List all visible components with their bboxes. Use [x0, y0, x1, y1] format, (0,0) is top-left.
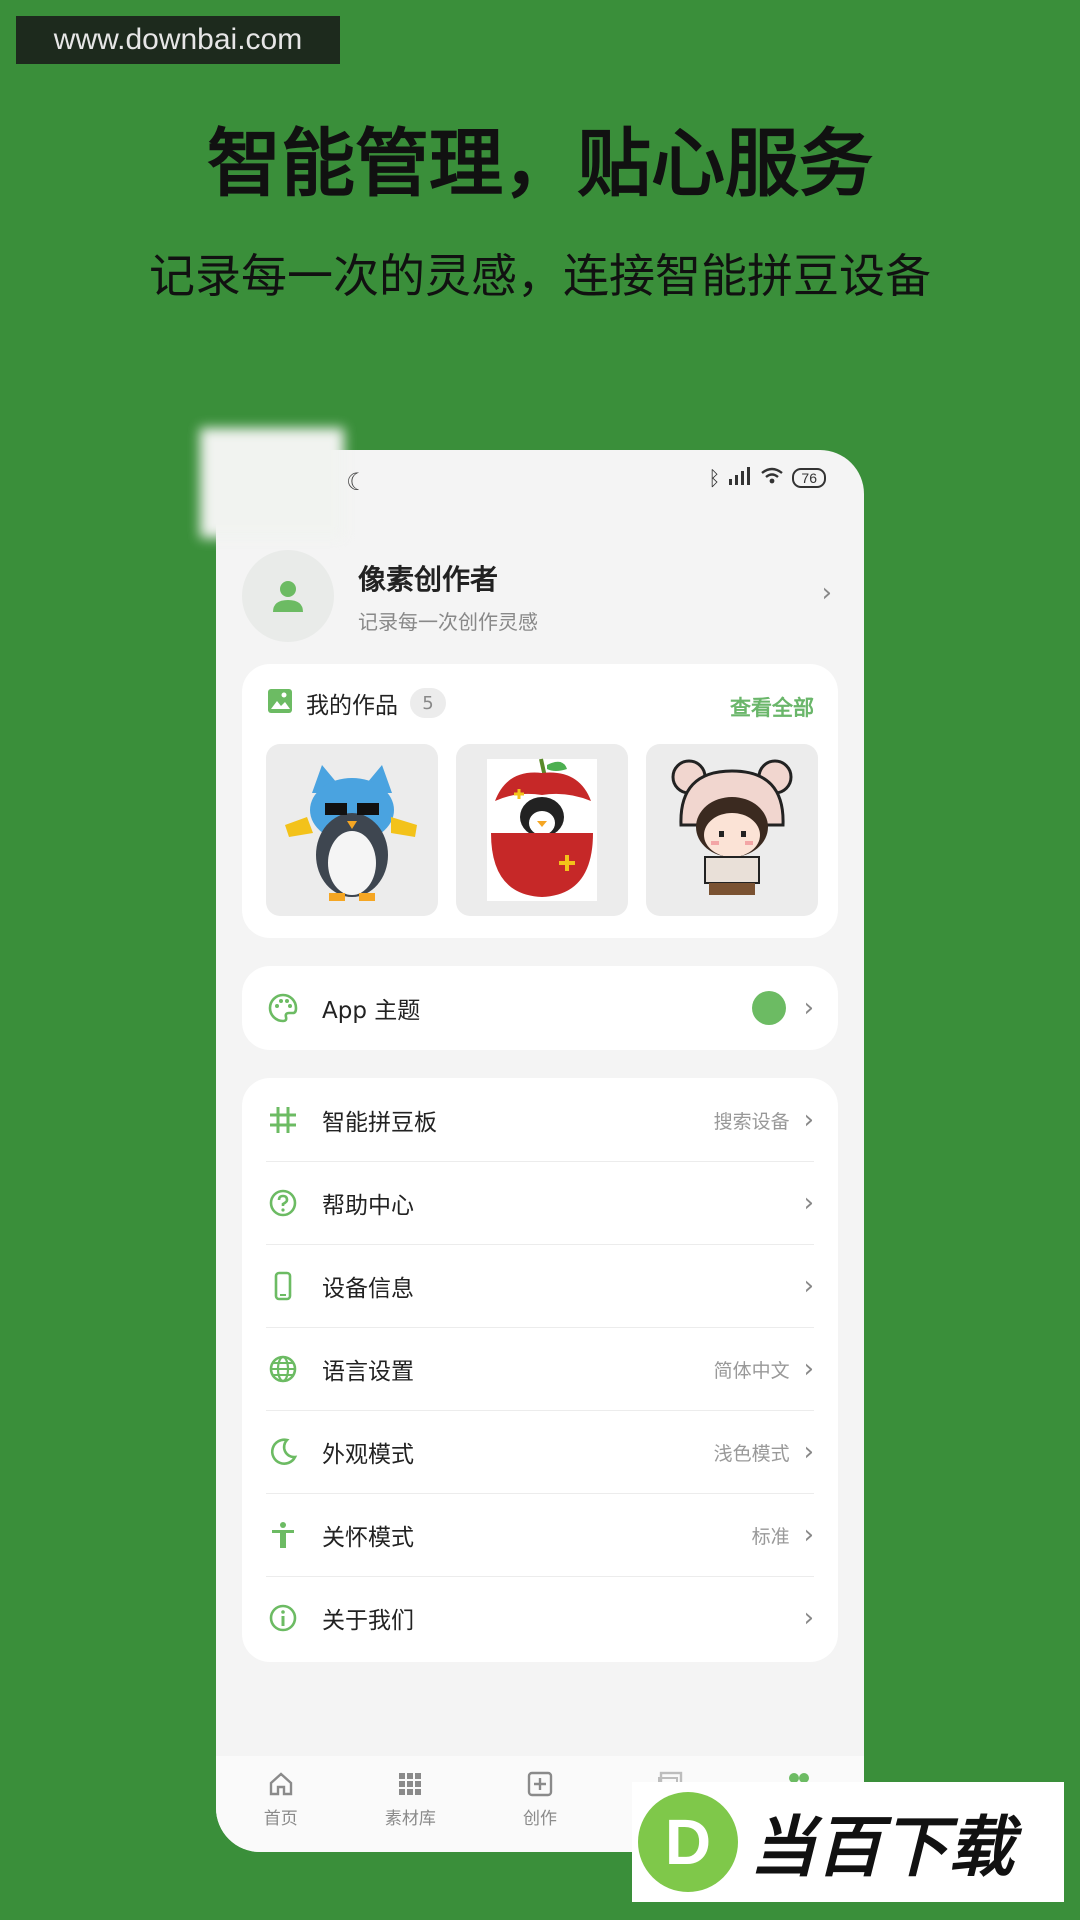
settings-item-smart-board[interactable]: 智能拼豆板 搜索设备 › [266, 1078, 814, 1162]
tab-materials[interactable]: 素材库 [360, 1770, 460, 1852]
settings-list: 智能拼豆板 搜索设备 › 帮助中心 › 设备信息 › 语言设置 简体中文 › 外… [242, 1078, 838, 1662]
settings-item-label: 关怀模式 [322, 1525, 414, 1551]
moon-icon [266, 1437, 300, 1467]
works-count-badge: 5 [410, 688, 446, 718]
accessibility-icon [266, 1520, 300, 1550]
tab-create[interactable]: 创作 [490, 1770, 590, 1852]
my-works-card: 我的作品 5 查看全部 [242, 664, 838, 938]
settings-item-value: 简体中文 [713, 1359, 790, 1382]
settings-item-label: 智能拼豆板 [322, 1110, 437, 1136]
headline: 智能管理，贴心服务 [207, 121, 873, 207]
penguin-artwork [285, 765, 417, 901]
apple-penguin-artwork [487, 758, 597, 901]
profile-header[interactable]: 像素创作者 记录每一次创作灵感 › [242, 550, 842, 644]
help-icon [266, 1188, 300, 1218]
signal-icon [728, 466, 752, 490]
info-icon [266, 1603, 300, 1633]
view-all-link[interactable]: 查看全部 [730, 692, 814, 722]
tab-label: 创作 [522, 1809, 557, 1829]
wifi-icon [760, 466, 784, 490]
site-logo-watermark: D 当百下载 [632, 1782, 1064, 1902]
settings-item-label: 设备信息 [322, 1276, 414, 1302]
phone-icon [266, 1271, 300, 1301]
bear-hat-girl-artwork [671, 759, 793, 895]
settings-item-value: 搜索设备 [713, 1110, 790, 1133]
settings-item-label: 外观模式 [322, 1442, 414, 1468]
chevron-right-icon: › [803, 1188, 814, 1218]
grid-dots-icon [399, 1773, 422, 1795]
avatar[interactable] [242, 550, 334, 642]
theme-label: App 主题 [322, 998, 421, 1024]
chevron-right-icon: › [803, 993, 814, 1023]
grid-icon [266, 1105, 300, 1135]
work-thumbnail[interactable] [646, 744, 818, 916]
site-watermark: www.downbai.com [16, 16, 340, 64]
tab-label: 首页 [263, 1809, 298, 1829]
chevron-right-icon: › [803, 1520, 814, 1550]
settings-item-label: 帮助中心 [322, 1193, 414, 1219]
profile-name: 像素创作者 [358, 563, 499, 596]
gallery-icon [266, 687, 294, 719]
settings-item-care-mode[interactable]: 关怀模式 标准 › [266, 1493, 814, 1577]
phone-screen: ☾ ᛒ 76 像素创作者 记录每一次创作灵感 › 我的作品 5 查看全部 App… [216, 450, 864, 1852]
settings-item-value: 标准 [751, 1525, 790, 1548]
palette-icon [266, 993, 300, 1023]
tab-label: 素材库 [384, 1809, 436, 1829]
tab-home[interactable]: 首页 [231, 1770, 331, 1852]
logo-text: 当百下载 [750, 1809, 1014, 1886]
settings-item-help[interactable]: 帮助中心 › [266, 1161, 814, 1245]
work-thumbnail[interactable] [266, 744, 438, 916]
globe-icon [266, 1354, 300, 1384]
theme-color-swatch [751, 991, 786, 1025]
settings-item-label: 关于我们 [322, 1608, 414, 1634]
chevron-right-icon: › [803, 1271, 814, 1301]
works-title: 我的作品 [306, 693, 398, 719]
logo-mark: D [638, 1792, 738, 1892]
chevron-right-icon: › [803, 1437, 814, 1467]
plus-square-icon [527, 1771, 553, 1797]
home-icon [269, 1772, 292, 1796]
chevron-right-icon: › [803, 1105, 814, 1135]
chevron-right-icon: › [803, 1603, 814, 1633]
chevron-right-icon: › [821, 578, 832, 608]
settings-item-language[interactable]: 语言设置 简体中文 › [266, 1327, 814, 1411]
do-not-disturb-icon: ☾ [346, 468, 368, 496]
settings-item-about[interactable]: 关于我们 › [266, 1576, 814, 1660]
settings-item-appearance[interactable]: 外观模式 浅色模式 › [266, 1410, 814, 1494]
settings-item-value: 浅色模式 [713, 1442, 790, 1465]
chevron-right-icon: › [803, 1354, 814, 1384]
blurred-region [200, 428, 344, 538]
subheadline: 记录每一次的灵感，连接智能拼豆设备 [149, 249, 931, 303]
user-icon [273, 581, 303, 612]
settings-item-label: 语言设置 [322, 1359, 414, 1385]
profile-subtitle: 记录每一次创作灵感 [358, 610, 538, 634]
settings-item-device-info[interactable]: 设备信息 › [266, 1244, 814, 1328]
logo-letter: D [664, 1806, 712, 1878]
battery-indicator: 76 [792, 468, 826, 488]
bluetooth-icon: ᛒ [708, 466, 721, 490]
work-thumbnail[interactable] [456, 744, 628, 916]
theme-card[interactable]: App 主题 › [242, 966, 838, 1050]
